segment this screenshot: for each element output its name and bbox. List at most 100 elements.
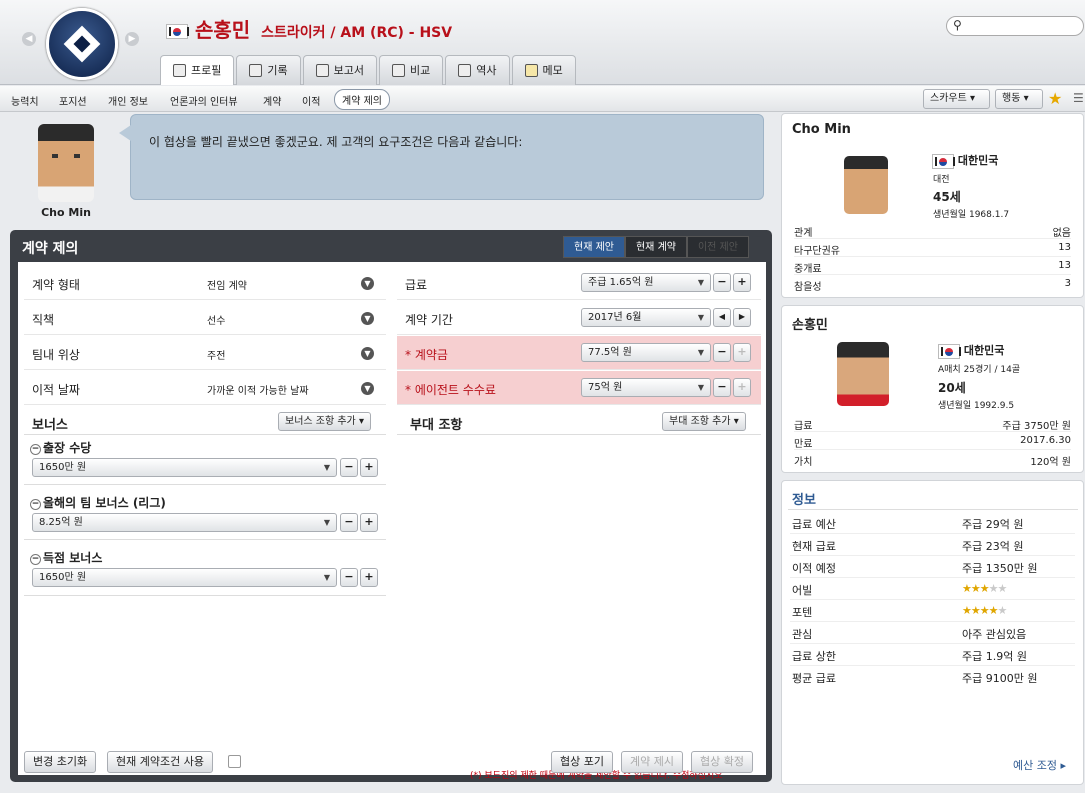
agent-fee-row: * 에이전트 수수료 75억 원 ▼ − +	[397, 371, 761, 405]
appearance-bonus-plus-button[interactable]: +	[360, 458, 378, 477]
back-arrow-icon[interactable]: ◀	[22, 32, 36, 46]
subnav-transfer[interactable]: 이적	[302, 93, 320, 108]
tab-profile[interactable]: 프로필	[160, 55, 235, 85]
role-row[interactable]: 직책 선수 ▼	[24, 301, 386, 335]
chevron-down-icon[interactable]: ▼	[361, 382, 374, 395]
search-input[interactable]: ⚲	[946, 16, 1084, 36]
stat-key: 급료	[794, 421, 813, 432]
player-position-club: 스트라이커 / AM (RC) - HSV	[261, 25, 453, 41]
appearance-bonus-minus-button[interactable]: −	[340, 458, 358, 477]
info-value: 주급 1.9억 원	[962, 650, 1027, 663]
wage-minus-button[interactable]: −	[713, 273, 731, 292]
no-negotiation-checkbox[interactable]	[228, 755, 241, 768]
remove-circle-icon[interactable]: −	[30, 554, 41, 565]
tab-bar: 프로필 기록 보고서 비교 역사 메모	[160, 55, 578, 85]
stat-key: 타구단권유	[794, 246, 840, 257]
agent-fee-plus-button[interactable]: +	[733, 378, 751, 397]
subnav-positions[interactable]: 포지션	[59, 93, 87, 108]
row-value: 선수	[207, 316, 226, 327]
stat-value: 3	[1064, 278, 1071, 289]
star-favourite-icon[interactable]: ★	[1048, 89, 1062, 108]
contract-length-select[interactable]: 2017년 6월 ▼	[581, 308, 711, 327]
row-value: 주전	[207, 351, 226, 362]
scout-dropdown[interactable]: 스카우트 ▾	[923, 89, 990, 109]
potential-stars: ★★★★★	[962, 604, 1007, 617]
subnav-personal[interactable]: 개인 정보	[108, 93, 148, 108]
ability-row: 어빌 ★★★★★	[790, 578, 1075, 600]
budget-adjust-link[interactable]: 예산 조정 ▸	[1013, 757, 1066, 773]
contract-type-row[interactable]: 계약 형태 전임 계약 ▼	[24, 266, 386, 300]
signing-fee-value: 77.5억 원	[588, 347, 632, 358]
tab-reports[interactable]: 보고서	[302, 55, 377, 85]
agent-fee-minus-button[interactable]: −	[713, 378, 731, 397]
bonus-value: 1650만 원	[39, 572, 87, 583]
player-card: 손홍민 대한민국 A매치 25경기 / 14골 20세 생년월일 1992.9.…	[781, 305, 1084, 473]
tab-history[interactable]: 역사	[445, 55, 510, 85]
goal-bonus-minus-button[interactable]: −	[340, 568, 358, 587]
tab-stats[interactable]: 기록	[236, 55, 301, 85]
chevron-down-icon[interactable]: ▼	[361, 277, 374, 290]
remove-circle-icon[interactable]: −	[30, 499, 41, 510]
wage-select[interactable]: 주급 1.65억 원 ▼	[581, 273, 711, 292]
stat-key: 관계	[794, 228, 813, 239]
star-filled-icon: ★	[988, 604, 999, 617]
prev-arrow-button[interactable]: ◀	[713, 308, 731, 327]
next-arrow-button[interactable]: ▶	[733, 308, 751, 327]
subnav-contract[interactable]: 계약	[263, 93, 281, 108]
wage-plus-button[interactable]: +	[733, 273, 751, 292]
sub-navigation: 능력치 포지션 개인 정보 언론과의 인터뷰 계약 이적 계약 제의 스카우트 …	[0, 86, 1085, 112]
action-dropdown[interactable]: 행동 ▾	[995, 89, 1043, 109]
agent-fee-select[interactable]: 75억 원 ▼	[581, 378, 711, 397]
add-clause-button[interactable]: 부대 조항 추가 ▾	[662, 412, 746, 431]
subnav-interviews[interactable]: 언론과의 인터뷰	[170, 93, 238, 108]
subnav-contract-offer[interactable]: 계약 제의	[334, 89, 390, 110]
tab-compare[interactable]: 비교	[379, 55, 444, 85]
give-up-negotiation-button[interactable]: 협상 포기	[551, 751, 613, 773]
use-current-contract-button[interactable]: 현재 계약조건 사용	[107, 751, 213, 773]
reset-changes-button[interactable]: 변경 초기화	[24, 751, 97, 773]
chevron-down-icon[interactable]: ▼	[361, 312, 374, 325]
stat-key: 가치	[794, 457, 813, 468]
add-bonus-button[interactable]: 보너스 조항 추가 ▾	[278, 412, 371, 431]
forward-arrow-icon[interactable]: ▶	[125, 32, 139, 46]
tab-notes[interactable]: 메모	[511, 55, 576, 85]
star-empty-icon: ★	[988, 582, 999, 595]
goal-bonus-plus-button[interactable]: +	[360, 568, 378, 587]
agent-stat-row: 타구단권유 13	[794, 239, 1071, 257]
team-of-year-bonus-select[interactable]: 8.25억 원 ▼	[32, 513, 337, 532]
row-label: 계약 형태	[32, 278, 80, 292]
squad-status-row[interactable]: 팀내 위상 주전 ▼	[24, 336, 386, 370]
team-of-year-plus-button[interactable]: +	[360, 513, 378, 532]
notes-icon	[524, 64, 538, 77]
signing-fee-select[interactable]: 77.5억 원 ▼	[581, 343, 711, 362]
appearance-bonus-select[interactable]: 1650만 원 ▼	[32, 458, 337, 477]
tab-current-offer[interactable]: 현재 제안	[563, 236, 625, 258]
chevron-down-icon: ▼	[697, 313, 704, 322]
team-of-year-minus-button[interactable]: −	[340, 513, 358, 532]
row-label: 이적 날짜	[32, 383, 80, 397]
propose-contract-button[interactable]: 계약 제시	[621, 751, 683, 773]
chevron-down-icon[interactable]: ▼	[361, 347, 374, 360]
agent-portrait	[38, 124, 94, 202]
remove-circle-icon[interactable]: −	[30, 444, 41, 455]
bar-chart-icon	[249, 64, 263, 77]
goal-bonus-select[interactable]: 1650만 원 ▼	[32, 568, 337, 587]
confirm-negotiation-button[interactable]: 협상 확정	[691, 751, 753, 773]
info-title: 정보	[792, 493, 816, 508]
info-key: 어빌	[792, 584, 813, 597]
subnav-attributes[interactable]: 능력치	[11, 93, 39, 108]
tab-previous-offer[interactable]: 이전 제안	[686, 236, 749, 258]
signing-fee-plus-button[interactable]: +	[733, 343, 751, 362]
transfer-date-row[interactable]: 이적 날짜 가까운 이적 가능한 날짜 ▼	[24, 371, 386, 405]
info-key: 급료 예산	[792, 518, 836, 531]
row-label: 계약 기간	[405, 313, 453, 327]
list-icon[interactable]: ☰	[1073, 91, 1084, 105]
signing-fee-minus-button[interactable]: −	[713, 343, 731, 362]
tab-current-contract[interactable]: 현재 계약	[624, 236, 687, 258]
info-row: 평균 급료 주급 9100만 원	[790, 666, 1075, 688]
info-key: 평균 급료	[792, 672, 836, 685]
info-card: 정보 급료 예산 주급 29억 원 현재 급료 주급 23억 원 이적 예정 주급 1…	[781, 480, 1084, 785]
info-value: 주급 23억 원	[962, 540, 1024, 553]
bonus-label: 출장 수당	[43, 441, 92, 455]
player-age: 20세	[938, 381, 966, 395]
